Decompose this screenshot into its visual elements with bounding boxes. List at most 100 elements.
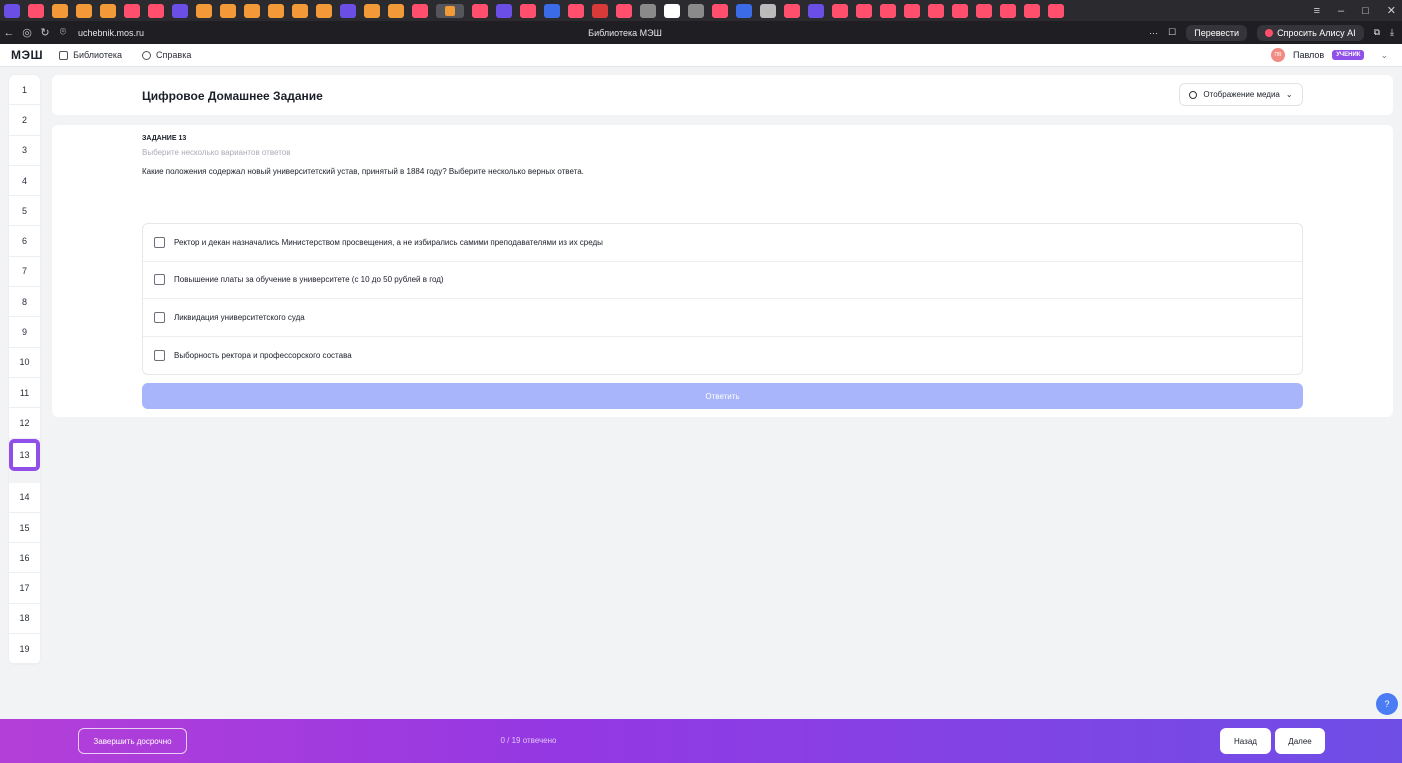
browser-tab[interactable] xyxy=(340,3,356,18)
browser-tab-active[interactable] xyxy=(436,3,464,18)
question-nav-item[interactable]: 10 xyxy=(9,348,40,378)
reload-icon[interactable]: ↻ xyxy=(36,26,54,39)
answer-option-2[interactable]: Повышение платы за обучение в университе… xyxy=(143,262,1302,299)
browser-tab[interactable] xyxy=(28,3,44,18)
question-nav-item[interactable]: 12 xyxy=(9,408,40,439)
library-link[interactable]: Библиотека xyxy=(59,50,122,60)
alice-button[interactable]: Спросить Алису AI xyxy=(1257,24,1364,41)
browser-tab[interactable] xyxy=(544,3,560,18)
chevron-down-icon[interactable]: ⌄ xyxy=(1380,50,1388,61)
browser-tab[interactable] xyxy=(832,3,848,18)
browser-tab[interactable] xyxy=(220,3,236,18)
browser-tab[interactable] xyxy=(880,3,896,18)
browser-tab[interactable] xyxy=(472,3,488,18)
browser-tab[interactable] xyxy=(736,3,752,18)
browser-tab[interactable] xyxy=(784,3,800,18)
close-icon[interactable]: ✕ xyxy=(1387,4,1396,17)
browser-tab[interactable] xyxy=(904,3,920,18)
browser-tab[interactable] xyxy=(196,3,212,18)
bookmark-icon[interactable]: ☐ xyxy=(1168,27,1176,38)
browser-tab[interactable] xyxy=(388,3,404,18)
browser-tab[interactable] xyxy=(1024,3,1040,18)
checkbox[interactable] xyxy=(154,311,165,323)
browser-tab[interactable] xyxy=(1000,3,1016,18)
browser-tab[interactable] xyxy=(412,3,428,18)
browser-tab[interactable] xyxy=(520,3,536,18)
browser-tab[interactable] xyxy=(4,3,20,18)
question-nav-item[interactable]: 11 xyxy=(9,378,40,409)
browser-tab[interactable] xyxy=(808,3,824,18)
question-nav-item[interactable]: 4 xyxy=(9,166,40,197)
question-nav-item[interactable]: 17 xyxy=(9,573,40,604)
question-nav-item[interactable]: 19 xyxy=(9,634,40,665)
browser-tab[interactable] xyxy=(100,3,116,18)
yandex-icon[interactable]: ◎ xyxy=(18,26,36,39)
back-button[interactable]: Назад xyxy=(1220,728,1271,754)
more-icon[interactable]: ··· xyxy=(1149,28,1158,38)
browser-tab[interactable] xyxy=(244,3,260,18)
back-icon[interactable]: ← xyxy=(0,27,18,39)
browser-tab[interactable] xyxy=(496,3,512,18)
question-nav-item[interactable]: 7 xyxy=(9,257,40,288)
question-icon xyxy=(142,50,152,60)
help-link[interactable]: Справка xyxy=(142,50,191,60)
browser-tab[interactable] xyxy=(952,3,968,18)
browser-tab[interactable] xyxy=(1048,3,1064,18)
question-nav-item[interactable]: 14 xyxy=(9,483,40,513)
next-button[interactable]: Далее xyxy=(1275,728,1325,754)
answer-option-4[interactable]: Выборность ректора и профессорского сост… xyxy=(143,337,1302,375)
browser-tab[interactable] xyxy=(568,3,584,18)
question-nav-top: 1 2 3 4 5 6 7 8 9 10 11 12 xyxy=(9,75,40,439)
media-display-dropdown[interactable]: Отображение медиа ⌄ xyxy=(1179,83,1303,106)
browser-tab[interactable] xyxy=(268,3,284,18)
browser-tab[interactable] xyxy=(928,3,944,18)
translate-button[interactable]: Перевести xyxy=(1186,24,1248,41)
browser-tab[interactable] xyxy=(664,3,680,18)
minimize-icon[interactable]: – xyxy=(1338,5,1344,17)
question-nav-item[interactable]: 9 xyxy=(9,317,40,348)
submit-answer-button[interactable]: Ответить xyxy=(142,383,1303,409)
checkbox[interactable] xyxy=(154,274,165,286)
question-nav-item[interactable]: 2 xyxy=(9,105,40,136)
shield-icon[interactable]: ⌾ xyxy=(54,26,72,39)
question-nav-item[interactable]: 8 xyxy=(9,287,40,318)
question-nav-item-active[interactable]: 13 xyxy=(9,438,40,471)
browser-tab[interactable] xyxy=(712,3,728,18)
question-nav-item[interactable]: 15 xyxy=(9,513,40,544)
browser-tab[interactable] xyxy=(124,3,140,18)
browser-tab[interactable] xyxy=(592,3,608,18)
browser-tab[interactable] xyxy=(172,3,188,18)
download-icon[interactable]: ⤓ xyxy=(1390,27,1394,38)
browser-tab[interactable] xyxy=(52,3,68,18)
browser-tab[interactable] xyxy=(364,3,380,18)
browser-tab[interactable] xyxy=(856,3,872,18)
maximize-icon[interactable]: □ xyxy=(1362,5,1369,17)
browser-tab[interactable] xyxy=(640,3,656,18)
browser-tab[interactable] xyxy=(292,3,308,18)
finish-early-button[interactable]: Завершить досрочно xyxy=(78,728,187,754)
question-nav-item[interactable]: 3 xyxy=(9,136,40,166)
alice-icon xyxy=(1265,28,1274,37)
user-menu[interactable]: ПВ Павлов УЧЕНИК ⌄ xyxy=(1270,48,1388,62)
help-fab[interactable]: ? xyxy=(1376,693,1398,715)
mesh-logo[interactable]: МЭШ xyxy=(11,48,43,62)
checkbox[interactable] xyxy=(154,236,165,248)
answer-option-3[interactable]: Ликвидация университетского суда xyxy=(143,299,1302,337)
answer-option-1[interactable]: Ректор и декан назначались Министерством… xyxy=(143,224,1302,262)
browser-tab[interactable] xyxy=(976,3,992,18)
browser-tab[interactable] xyxy=(148,3,164,18)
browser-tab[interactable] xyxy=(316,3,332,18)
question-nav-item[interactable]: 16 xyxy=(9,543,40,574)
question-nav-item[interactable]: 1 xyxy=(9,75,40,106)
browser-tab[interactable] xyxy=(688,3,704,18)
browser-tab[interactable] xyxy=(760,3,776,18)
share-icon[interactable]: ⧉ xyxy=(1374,27,1380,38)
checkbox[interactable] xyxy=(154,349,165,361)
question-nav-item[interactable]: 6 xyxy=(9,226,40,257)
menu-icon[interactable]: ≡ xyxy=(1314,5,1320,17)
url-field[interactable]: uchebnik.mos.ru xyxy=(78,28,144,38)
question-nav-item[interactable]: 18 xyxy=(9,604,40,635)
browser-tab[interactable] xyxy=(76,3,92,18)
browser-tab[interactable] xyxy=(616,3,632,18)
question-nav-item[interactable]: 5 xyxy=(9,196,40,227)
